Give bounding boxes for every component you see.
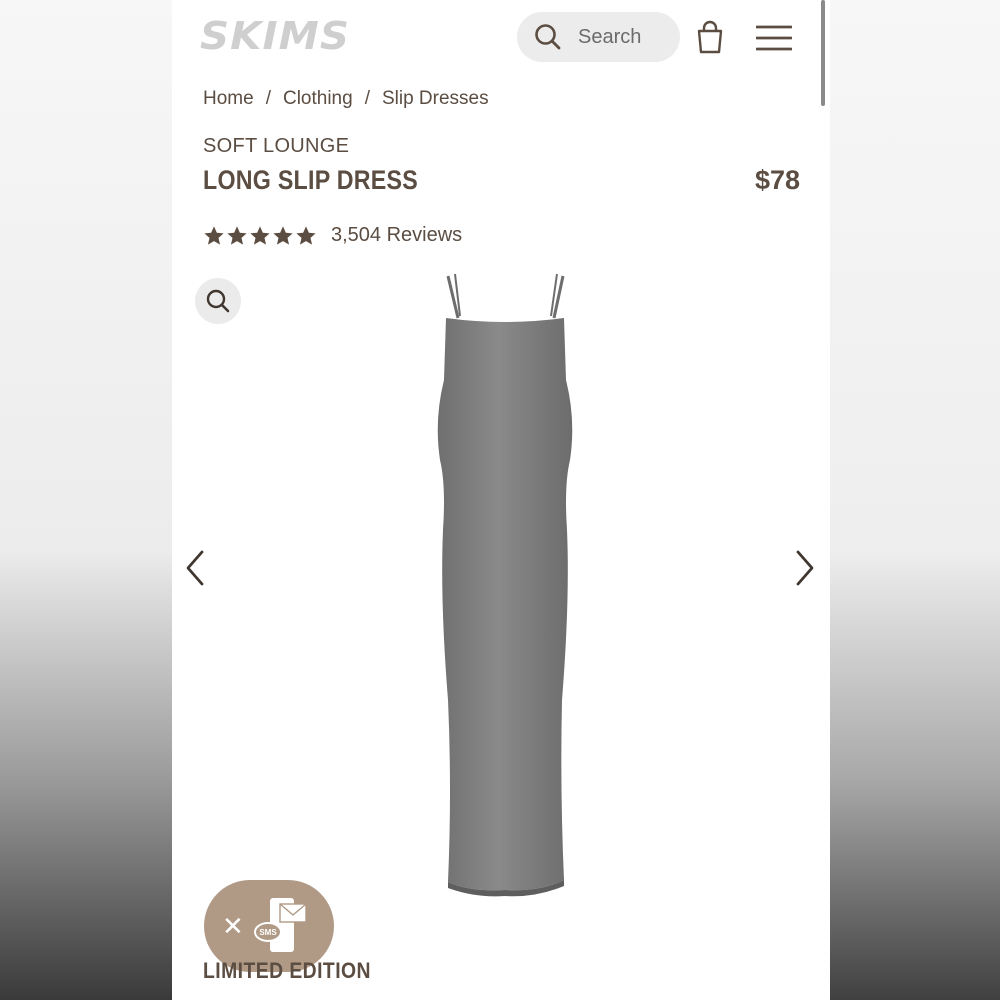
product-price: $78 [754,165,800,195]
product-image [437,273,573,897]
product-collection: SOFT LOUNGE [203,135,350,157]
sms-icon: SMS [254,898,307,952]
chevron-left-icon[interactable] [184,548,208,588]
product-title: LONG SLIP DRESS [203,165,419,195]
search-placeholder: Search [578,25,642,48]
search-bar[interactable]: Search [517,12,680,62]
star-icon [204,225,224,245]
breadcrumb-separator: / [364,88,370,109]
close-icon[interactable]: ✕ [222,913,244,939]
star-icon [296,225,316,245]
breadcrumb-home[interactable]: Home [203,88,254,110]
limited-edition-label: LIMITED EDITION [203,958,371,983]
svg-text:SMS: SMS [259,928,277,937]
bag-icon[interactable] [695,20,725,56]
star-icon [273,225,293,245]
breadcrumb-slip-dresses[interactable]: Slip Dresses [382,88,489,110]
star-icon [250,225,270,245]
zoom-icon [206,289,230,313]
star-icon [227,225,247,245]
product-rating[interactable]: 3,504 Reviews [203,224,462,247]
search-icon [535,24,561,50]
skims-logo[interactable]: SKIMS [200,14,352,56]
reviews-link[interactable]: 3,504 Reviews [331,224,462,247]
chevron-right-icon[interactable] [792,548,816,588]
svg-text:SKIMS: SKIMS [200,14,350,56]
zoom-button[interactable] [195,278,241,324]
product-page: SKIMS Search Home / Clothing / Slip Dres… [172,0,830,1000]
background-left [0,0,172,1000]
star-rating [203,225,317,247]
background-right [830,0,1000,1000]
menu-icon[interactable] [756,24,792,52]
breadcrumb-separator: / [265,88,271,109]
breadcrumb: Home / Clothing / Slip Dresses [203,88,489,110]
breadcrumb-clothing[interactable]: Clothing [283,88,353,110]
site-header: SKIMS Search [172,0,830,78]
